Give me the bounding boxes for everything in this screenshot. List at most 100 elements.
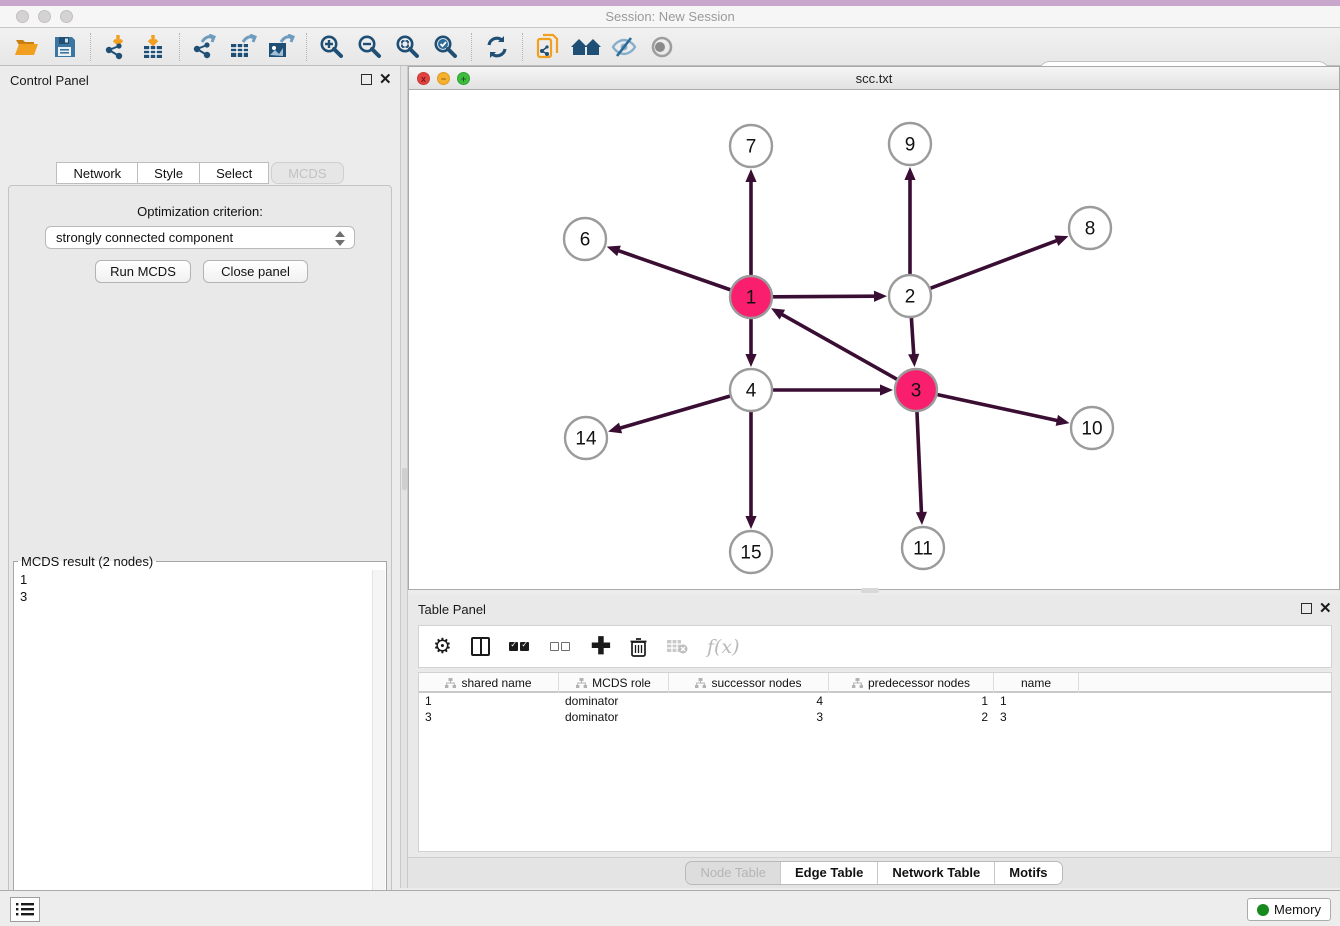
unchecked-box-icon [550, 642, 559, 651]
create-column-button[interactable]: ✚ [591, 637, 611, 657]
fx-icon: f(x) [707, 636, 740, 658]
node-table[interactable]: shared nameMCDS rolesuccessor nodesprede… [418, 672, 1332, 852]
table-cell[interactable]: 1 [994, 693, 1079, 709]
shared-column-icon [695, 678, 706, 688]
edge-1-2[interactable] [773, 296, 876, 297]
mcds-result-box: MCDS result (2 nodes) 1 3 [13, 554, 387, 926]
column-header-predecessor-nodes[interactable]: predecessor nodes [829, 673, 994, 693]
import-network-button[interactable] [97, 31, 135, 63]
tab-select[interactable]: Select [200, 162, 269, 184]
export-network-button[interactable] [186, 31, 224, 63]
edge-3-10[interactable] [938, 395, 1059, 421]
close-table-panel-icon[interactable]: ✕ [1319, 599, 1332, 617]
shared-column-icon [852, 678, 863, 688]
table-cell[interactable]: 4 [669, 693, 829, 709]
export-table-button[interactable] [224, 31, 262, 63]
clone-network-button[interactable] [529, 31, 567, 63]
result-scrollbar[interactable] [372, 570, 385, 926]
column-header-successor-nodes[interactable]: successor nodes [669, 673, 829, 693]
table-cell[interactable]: 1 [829, 693, 994, 709]
table-row[interactable]: 3dominator323 [419, 709, 1331, 725]
deselect-all-columns-button[interactable] [550, 642, 572, 651]
import-table-button[interactable] [135, 31, 173, 63]
refresh-icon [485, 35, 509, 59]
table-cell[interactable]: 3 [419, 709, 559, 725]
checked-box-icon [509, 642, 518, 651]
export-image-button[interactable] [262, 31, 300, 63]
toolbar-separator [522, 33, 523, 61]
table-cell[interactable]: dominator [559, 693, 669, 709]
zoom-selected-button[interactable] [427, 31, 465, 63]
criterion-dropdown[interactable]: strongly connected component [45, 226, 355, 249]
edge-1-6[interactable] [617, 250, 730, 290]
node-label-7: 7 [746, 137, 757, 158]
select-all-columns-button[interactable] [509, 642, 531, 651]
edge-3-11[interactable] [917, 412, 922, 514]
horizontal-splitter-grip[interactable] [861, 588, 879, 593]
table-cell[interactable]: 1 [419, 693, 559, 709]
tab-style[interactable]: Style [138, 162, 200, 184]
close-panel-icon[interactable]: ✕ [379, 70, 392, 88]
delete-columns-button[interactable] [630, 637, 647, 657]
import-network-icon [103, 34, 129, 60]
float-table-panel-icon[interactable] [1301, 603, 1312, 614]
zoom-in-button[interactable] [313, 31, 351, 63]
vertical-splitter[interactable] [400, 66, 408, 888]
memory-button[interactable]: Memory [1247, 898, 1331, 921]
open-file-button[interactable] [8, 31, 46, 63]
show-all-button[interactable] [643, 31, 681, 63]
columns-icon [471, 637, 490, 656]
tab-motifs[interactable]: Motifs [994, 862, 1061, 884]
arrowhead-icon [1054, 235, 1068, 245]
table-tabs-group: Node TableEdge TableNetwork TableMotifs [685, 861, 1062, 885]
table-header-row: shared nameMCDS rolesuccessor nodesprede… [419, 673, 1331, 693]
toolbar-separator [471, 33, 472, 61]
refresh-view-button[interactable] [478, 31, 516, 63]
list-icon [16, 902, 34, 917]
hide-eye-icon [610, 35, 638, 59]
node-label-10: 10 [1081, 419, 1102, 440]
run-mcds-button[interactable]: Run MCDS [95, 260, 191, 283]
hide-selected-button[interactable] [605, 31, 643, 63]
column-header-shared-name[interactable]: shared name [419, 673, 559, 693]
tab-network[interactable]: Network [56, 162, 138, 184]
node-label-6: 6 [580, 230, 591, 251]
save-session-button[interactable] [46, 31, 84, 63]
edge-3-1[interactable] [781, 314, 897, 380]
table-panel-header: Table Panel ✕ [408, 595, 1340, 623]
network-window-titlebar[interactable]: x − + scc.txt [409, 67, 1339, 90]
memory-status-icon [1257, 904, 1269, 916]
table-cell[interactable]: dominator [559, 709, 669, 725]
table-cell[interactable]: 2 [829, 709, 994, 725]
show-hide-columns-button[interactable] [471, 637, 490, 656]
table-cell[interactable]: 3 [669, 709, 829, 725]
zoom-fit-button[interactable] [389, 31, 427, 63]
delete-table-icon [666, 639, 688, 655]
edge-2-3[interactable] [911, 318, 913, 356]
splitter-grip[interactable] [402, 468, 407, 490]
table-cell[interactable]: 3 [994, 709, 1079, 725]
home-neighbors-icon [570, 35, 602, 59]
network-graph-canvas[interactable]: 7968124314101511 [409, 90, 1339, 589]
task-history-button[interactable] [10, 897, 40, 922]
zoom-out-button[interactable] [351, 31, 389, 63]
open-folder-icon [14, 35, 40, 59]
edge-2-8[interactable] [931, 240, 1059, 288]
toolbar-separator [179, 33, 180, 61]
arrowhead-icon [916, 512, 927, 525]
first-neighbors-button[interactable] [567, 31, 605, 63]
tab-network-table[interactable]: Network Table [877, 862, 994, 884]
delete-table-button[interactable] [666, 639, 688, 655]
edge-4-14[interactable] [619, 396, 730, 428]
tab-mcds[interactable]: MCDS [271, 162, 343, 184]
column-header-name[interactable]: name [994, 673, 1079, 693]
close-panel-button[interactable]: Close panel [203, 260, 308, 283]
table-row[interactable]: 1dominator411 [419, 693, 1331, 709]
function-builder-button[interactable]: f(x) [707, 636, 740, 658]
tab-edge-table[interactable]: Edge Table [780, 862, 877, 884]
arrowhead-icon [904, 167, 915, 180]
table-mode-gear-button[interactable]: ⚙ [433, 634, 452, 659]
column-header-MCDS-role[interactable]: MCDS role [559, 673, 669, 693]
float-panel-icon[interactable] [361, 74, 372, 85]
tab-node-table[interactable]: Node Table [686, 862, 780, 884]
